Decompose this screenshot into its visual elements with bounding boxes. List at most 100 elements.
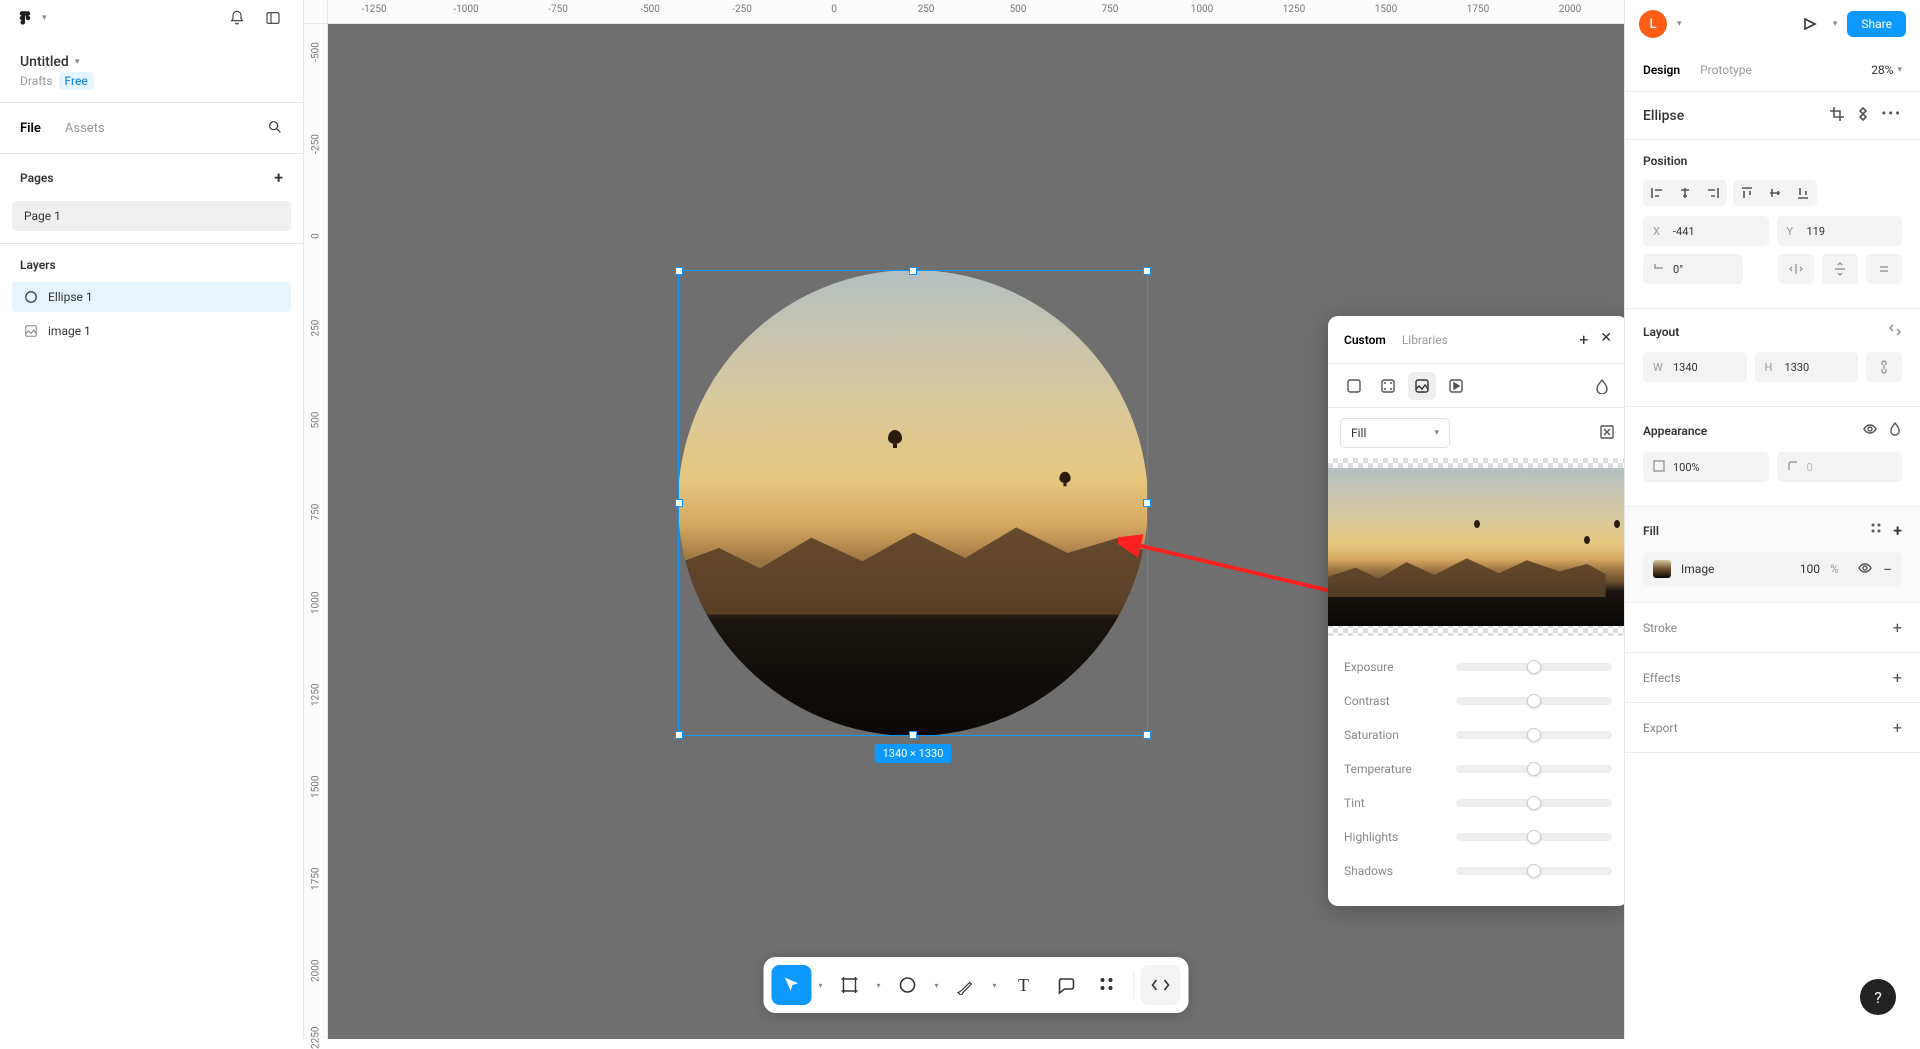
- more-icon[interactable]: •••: [1881, 106, 1902, 126]
- corner-radius-input[interactable]: 0: [1777, 452, 1903, 482]
- highlights-slider[interactable]: [1456, 833, 1612, 841]
- panel-toggle-icon[interactable]: [259, 4, 287, 32]
- align-bottom-icon[interactable]: [1789, 180, 1817, 206]
- blend-mode-icon[interactable]: [1888, 421, 1902, 440]
- component-icon[interactable]: [1855, 106, 1871, 126]
- search-icon[interactable]: [267, 119, 283, 138]
- chevron-down-icon[interactable]: ▾: [988, 981, 1002, 990]
- document-title[interactable]: Untitled▾: [0, 36, 303, 74]
- tab-file[interactable]: File: [20, 121, 41, 136]
- help-button[interactable]: ?: [1860, 979, 1896, 1015]
- resize-handle[interactable]: [1143, 499, 1151, 507]
- exposure-slider[interactable]: [1456, 663, 1612, 671]
- opacity-input[interactable]: 100%: [1643, 452, 1769, 482]
- x-input[interactable]: X-441: [1643, 216, 1769, 246]
- flip-horizontal-icon[interactable]: [1778, 254, 1814, 284]
- fill-styles-icon[interactable]: [1869, 521, 1883, 540]
- fill-visibility-icon[interactable]: [1857, 560, 1873, 579]
- image-adjustments: Exposure Contrast Saturation Temperature…: [1328, 636, 1628, 906]
- tab-prototype[interactable]: Prototype: [1700, 63, 1752, 77]
- add-export-icon[interactable]: +: [1893, 718, 1902, 737]
- share-button[interactable]: Share: [1847, 11, 1906, 37]
- video-fill-icon[interactable]: [1442, 372, 1470, 400]
- contrast-slider[interactable]: [1456, 697, 1612, 705]
- bell-icon[interactable]: [223, 4, 251, 32]
- add-fill-icon[interactable]: +: [1893, 521, 1902, 540]
- autolayout-collapse-icon[interactable]: [1888, 323, 1902, 340]
- drafts-label[interactable]: Drafts: [20, 74, 53, 88]
- width-input[interactable]: W1340: [1643, 352, 1747, 382]
- frame-tool[interactable]: [830, 965, 870, 1005]
- fill-image-preview[interactable]: [1328, 458, 1628, 636]
- resize-handle[interactable]: [675, 731, 683, 739]
- resize-handle[interactable]: [909, 731, 917, 739]
- tab-assets[interactable]: Assets: [65, 121, 105, 136]
- chevron-down-icon[interactable]: ▾: [814, 981, 828, 990]
- add-effect-icon[interactable]: +: [1893, 668, 1902, 687]
- tab-custom[interactable]: Custom: [1344, 333, 1386, 347]
- canvas[interactable]: 1340 × 1330 Custom Libraries + ✕: [328, 24, 1624, 1039]
- chevron-down-icon[interactable]: ▾: [1833, 19, 1838, 29]
- close-icon[interactable]: ✕: [1600, 330, 1612, 349]
- layer-item-image[interactable]: image 1: [12, 316, 291, 346]
- temperature-slider[interactable]: [1456, 765, 1612, 773]
- selection-box[interactable]: 1340 × 1330: [678, 270, 1148, 736]
- resize-handle[interactable]: [1143, 267, 1151, 275]
- fill-mode-select[interactable]: Fill▾: [1340, 418, 1450, 448]
- avatar[interactable]: L: [1639, 10, 1667, 38]
- text-tool[interactable]: T: [1004, 965, 1044, 1005]
- layer-item-ellipse[interactable]: Ellipse 1: [12, 282, 291, 312]
- constrain-proportions-icon[interactable]: [1866, 352, 1902, 382]
- saturation-slider[interactable]: [1456, 731, 1612, 739]
- chevron-down-icon[interactable]: ▾: [42, 13, 47, 23]
- align-right-icon[interactable]: [1699, 180, 1727, 206]
- resize-handle[interactable]: [1143, 731, 1151, 739]
- resize-handle[interactable]: [909, 267, 917, 275]
- gradient-fill-icon[interactable]: [1374, 372, 1402, 400]
- pen-tool[interactable]: [946, 965, 986, 1005]
- remove-fill-icon[interactable]: −: [1883, 560, 1892, 579]
- present-icon[interactable]: [1795, 10, 1823, 38]
- rotation-input[interactable]: 0°: [1643, 254, 1743, 284]
- y-input[interactable]: Y119: [1777, 216, 1903, 246]
- image-fill-icon[interactable]: [1408, 372, 1436, 400]
- add-stroke-icon[interactable]: +: [1893, 618, 1902, 637]
- tab-libraries[interactable]: Libraries: [1402, 333, 1448, 347]
- solid-fill-icon[interactable]: [1340, 372, 1368, 400]
- move-tool[interactable]: [772, 965, 812, 1005]
- free-badge[interactable]: Free: [59, 72, 94, 90]
- align-left-icon[interactable]: [1643, 180, 1671, 206]
- comment-tool[interactable]: [1046, 965, 1086, 1005]
- chevron-down-icon[interactable]: ▾: [872, 981, 886, 990]
- resize-handle[interactable]: [675, 499, 683, 507]
- blend-mode-icon[interactable]: [1588, 372, 1616, 400]
- shadows-slider[interactable]: [1456, 867, 1612, 875]
- chevron-down-icon[interactable]: ▾: [1677, 19, 1682, 29]
- add-fill-icon[interactable]: +: [1579, 330, 1588, 349]
- resize-handle[interactable]: [675, 267, 683, 275]
- flip-vertical-icon[interactable]: [1822, 254, 1858, 284]
- align-hcenter-icon[interactable]: [1671, 180, 1699, 206]
- fill-opacity-value[interactable]: 100: [1800, 562, 1820, 576]
- height-input[interactable]: H1330: [1755, 352, 1859, 382]
- figma-logo-icon[interactable]: [16, 9, 34, 27]
- dev-mode-toggle[interactable]: [1141, 965, 1181, 1005]
- visibility-icon[interactable]: [1862, 421, 1878, 440]
- shape-tool[interactable]: [888, 965, 928, 1005]
- actions-tool[interactable]: [1088, 965, 1128, 1005]
- tab-design[interactable]: Design: [1643, 63, 1680, 77]
- temperature-label: Temperature: [1344, 762, 1444, 776]
- tint-slider[interactable]: [1456, 799, 1612, 807]
- more-transform-icon[interactable]: [1866, 254, 1902, 284]
- align-vcenter-icon[interactable]: [1761, 180, 1789, 206]
- fill-row[interactable]: Image 100 % −: [1643, 552, 1902, 586]
- page-item[interactable]: Page 1: [12, 201, 291, 231]
- add-page-icon[interactable]: +: [274, 168, 283, 187]
- zoom-control[interactable]: 28%▾: [1871, 63, 1902, 77]
- align-top-icon[interactable]: [1733, 180, 1761, 206]
- fill-swatch[interactable]: [1653, 560, 1671, 578]
- dimension-label: 1340 × 1330: [875, 744, 952, 763]
- rotate-image-icon[interactable]: [1598, 423, 1616, 444]
- chevron-down-icon[interactable]: ▾: [930, 981, 944, 990]
- crop-icon[interactable]: [1829, 106, 1845, 126]
